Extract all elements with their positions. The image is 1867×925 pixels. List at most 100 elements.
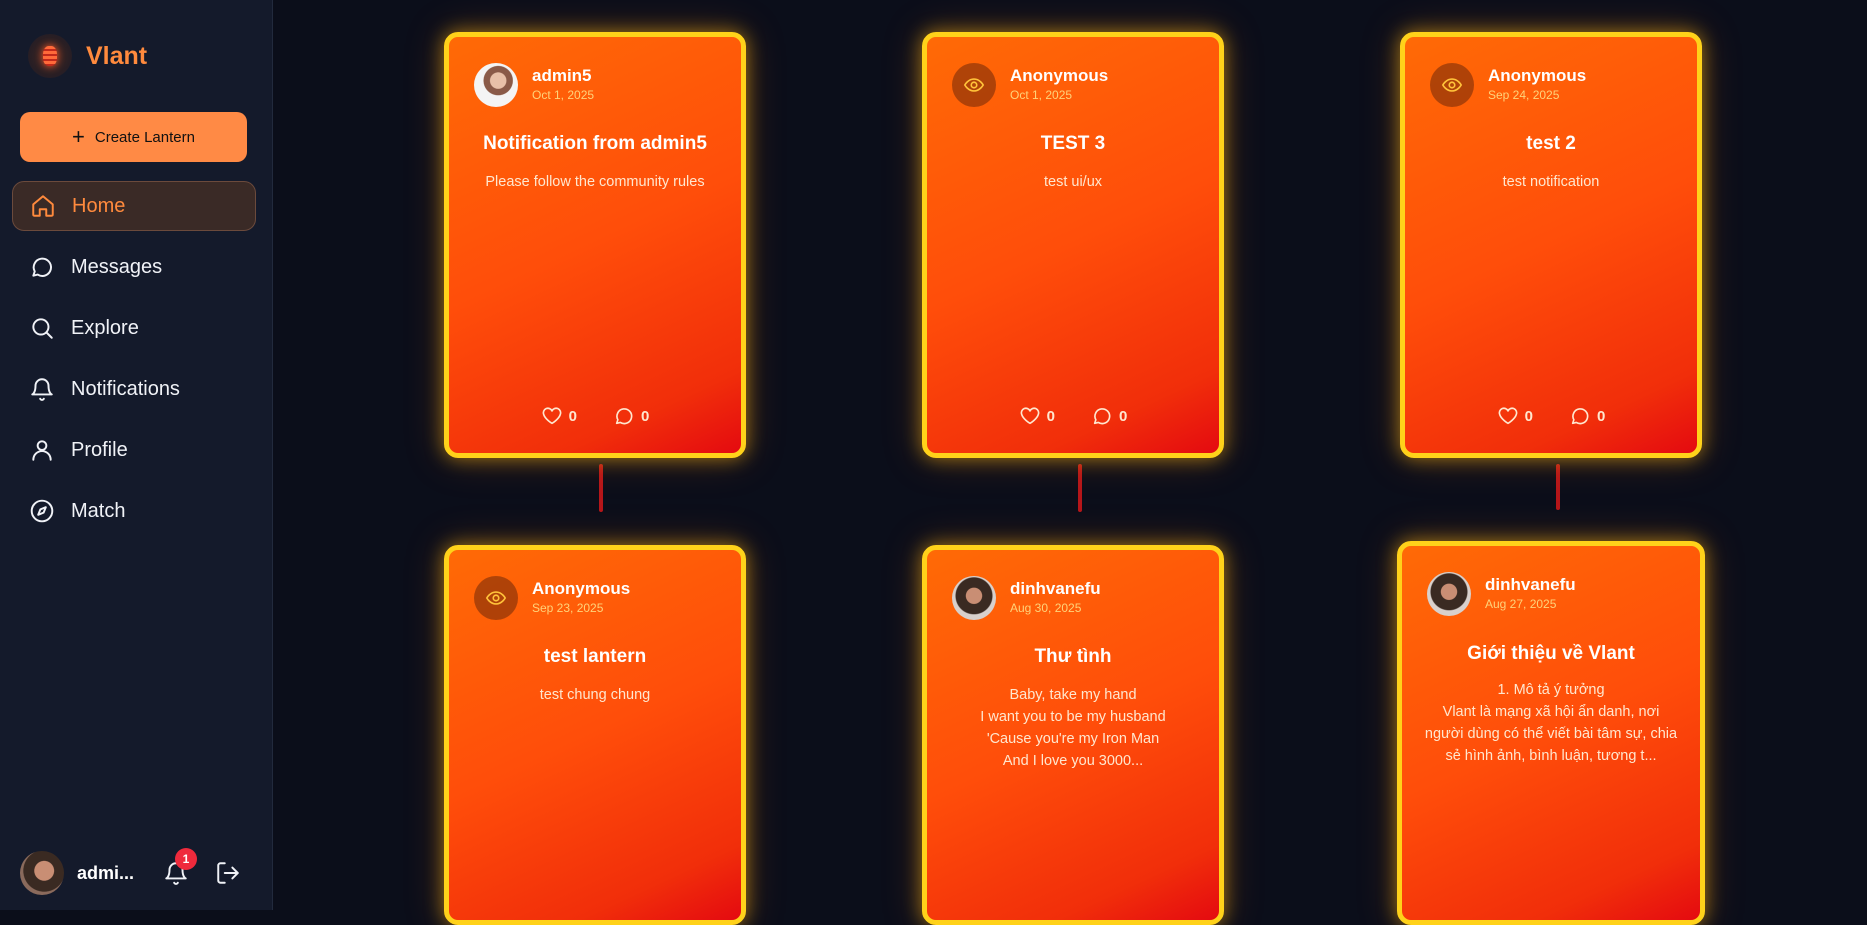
lantern-body: Please follow the community rules [485, 174, 705, 190]
create-lantern-label: Create Lantern [94, 128, 195, 146]
heart-icon [1498, 407, 1518, 425]
post-date: Oct 1, 2025 [532, 88, 595, 102]
author-name[interactable]: dinhvanefu [1010, 579, 1101, 599]
card-header: dinhvanefu Aug 27, 2025 [1427, 572, 1576, 616]
card-actions: 0 0 [1405, 405, 1697, 427]
lantern-string [1078, 464, 1082, 512]
eye-icon [963, 78, 985, 92]
lantern-title: test 2 [1526, 133, 1576, 154]
comment-icon [615, 408, 633, 425]
nav-item-notifications[interactable]: Notifications [12, 364, 256, 414]
app-name: Vlant [86, 41, 148, 70]
heart-icon [542, 407, 562, 425]
lantern-string [599, 464, 603, 512]
lantern-title: Giới thiệu về Vlant [1467, 643, 1635, 664]
lantern-body: test notification [1502, 174, 1600, 190]
notification-bell-button[interactable]: 1 [163, 848, 197, 886]
card-header: dinhvanefu Aug 30, 2025 [952, 576, 1101, 620]
eye-icon [485, 591, 507, 605]
like-count: 0 [1046, 407, 1055, 425]
lantern-card[interactable]: Anonymous Sep 23, 2025 test lantern test… [444, 545, 746, 925]
card-actions: 0 0 [927, 405, 1219, 427]
user-name[interactable]: admi... [77, 863, 139, 884]
main-nav: Home Messages Explore Notifications Prof… [12, 181, 256, 547]
comment-count: 0 [1119, 407, 1128, 425]
lantern-title: TEST 3 [1040, 133, 1106, 154]
comment-count: 0 [1597, 407, 1606, 425]
lantern-title: Notification from admin5 [483, 133, 707, 154]
plus-icon: + [72, 124, 85, 149]
nav-label: Profile [71, 438, 128, 461]
search-icon [32, 318, 53, 339]
avatar[interactable] [474, 63, 518, 107]
lantern-card[interactable]: Anonymous Oct 1, 2025 TEST 3 test ui/ux … [922, 32, 1224, 458]
comment-icon [1571, 408, 1589, 425]
card-header: Anonymous Sep 23, 2025 [474, 576, 630, 620]
nav-item-match[interactable]: Match [12, 486, 256, 536]
lantern-body: 1. Mô tả ý tưởng Vlant là mạng xã hội ẩn… [1424, 682, 1678, 764]
lantern-body: test ui/ux [1043, 174, 1103, 190]
lantern-body: Baby, take my hand I want you to be my h… [980, 687, 1166, 769]
bell-icon [31, 378, 53, 401]
nav-item-messages[interactable]: Messages [12, 242, 256, 292]
nav-item-profile[interactable]: Profile [12, 425, 256, 475]
author-name[interactable]: Anonymous [532, 579, 630, 599]
nav-label: Notifications [71, 377, 180, 400]
comment-icon [1093, 408, 1111, 425]
avatar[interactable] [1430, 63, 1474, 107]
like-count: 0 [568, 407, 577, 425]
message-circle-icon [32, 257, 52, 277]
lantern-body: test chung chung [539, 687, 651, 703]
card-actions: 0 0 [449, 405, 741, 427]
avatar[interactable] [20, 851, 64, 895]
nav-label: Home [72, 194, 126, 217]
nav-item-home[interactable]: Home [12, 181, 256, 231]
author-name[interactable]: admin5 [532, 66, 594, 86]
lantern-card[interactable]: admin5 Oct 1, 2025 Notification from adm… [444, 32, 746, 458]
avatar[interactable] [1427, 572, 1471, 616]
create-lantern-button[interactable]: + Create Lantern [20, 112, 247, 162]
nav-label: Explore [71, 316, 139, 339]
avatar[interactable] [474, 576, 518, 620]
eye-icon [1441, 78, 1463, 92]
author-name[interactable]: Anonymous [1010, 66, 1108, 86]
post-date: Sep 24, 2025 [1488, 88, 1560, 102]
sidebar: Vlant + Create Lantern Home Messages Exp… [0, 0, 273, 910]
logout-icon[interactable] [215, 860, 241, 886]
post-date: Aug 30, 2025 [1010, 601, 1082, 615]
author-name[interactable]: dinhvanefu [1485, 575, 1576, 595]
lantern-card[interactable]: dinhvanefu Aug 30, 2025 Thư tình Baby, t… [922, 545, 1224, 925]
comment-button[interactable]: 0 [1569, 405, 1605, 427]
lantern-logo-icon [28, 34, 72, 78]
post-date: Sep 23, 2025 [532, 601, 604, 615]
notification-count-badge: 1 [175, 848, 197, 870]
like-button[interactable]: 0 [541, 405, 577, 427]
heart-icon [1020, 407, 1040, 425]
comment-button[interactable]: 0 [1091, 405, 1127, 427]
nav-label: Messages [71, 255, 163, 278]
like-count: 0 [1524, 407, 1533, 425]
home-icon [32, 195, 54, 217]
lantern-title: Thư tình [1034, 646, 1112, 667]
lantern-card[interactable]: Anonymous Sep 24, 2025 test 2 test notif… [1400, 32, 1702, 458]
post-date: Aug 27, 2025 [1485, 597, 1557, 611]
lantern-card[interactable]: dinhvanefu Aug 27, 2025 Giới thiệu về Vl… [1397, 541, 1705, 925]
like-button[interactable]: 0 [1019, 405, 1055, 427]
compass-icon [30, 499, 54, 523]
like-button[interactable]: 0 [1497, 405, 1533, 427]
avatar[interactable] [952, 63, 996, 107]
nav-label: Match [71, 499, 126, 522]
card-header: admin5 Oct 1, 2025 [474, 63, 594, 107]
lantern-title: test lantern [543, 646, 647, 667]
comment-button[interactable]: 0 [613, 405, 649, 427]
brand[interactable]: Vlant [28, 34, 147, 78]
comment-count: 0 [641, 407, 650, 425]
nav-item-explore[interactable]: Explore [12, 303, 256, 353]
author-name[interactable]: Anonymous [1488, 66, 1586, 86]
card-header: Anonymous Oct 1, 2025 [952, 63, 1108, 107]
card-header: Anonymous Sep 24, 2025 [1430, 63, 1586, 107]
user-icon [32, 440, 52, 461]
avatar[interactable] [952, 576, 996, 620]
lantern-string [1556, 464, 1560, 510]
user-bar: admi... 1 [20, 848, 250, 896]
